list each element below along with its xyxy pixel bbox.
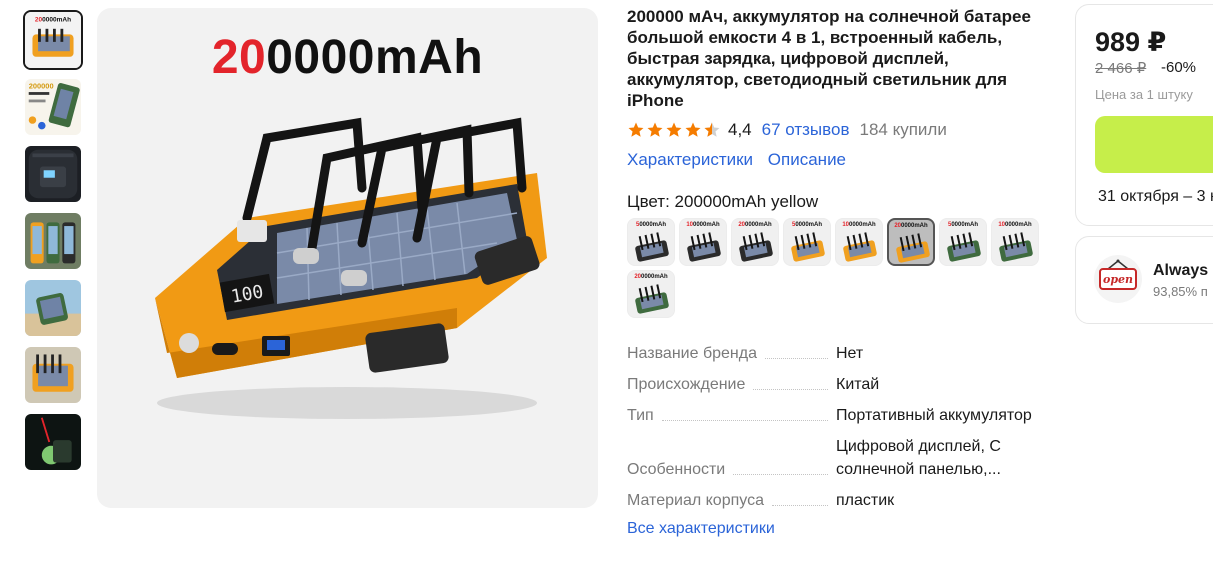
star-icon <box>666 122 682 137</box>
spec-row: Особенности Цифровой дисплей, С солнечной… <box>627 435 1037 481</box>
thumbnail-1[interactable]: 200000mAh <box>23 10 83 70</box>
star-icon <box>628 122 644 137</box>
spec-row: Название бренда Нет <box>627 342 1037 365</box>
reviews-link[interactable]: 67 отзывов <box>762 120 850 140</box>
swatch-label: 50000mAh <box>947 222 979 228</box>
spec-value: Портативный аккумулятор <box>836 407 1032 424</box>
color-swatch[interactable]: 200000mAh <box>627 270 675 318</box>
spec-row: Материал корпуса пластик <box>627 489 1037 512</box>
color-swatch[interactable]: 100000mAh <box>835 218 883 266</box>
color-swatch[interactable]: 50000mAh <box>627 218 675 266</box>
all-specs-link[interactable]: Все характеристики <box>627 520 1037 538</box>
thumbnail-gallery: 200000mAh 200000 <box>23 10 85 479</box>
color-swatch[interactable]: 200000mAh <box>887 218 935 266</box>
color-swatch[interactable]: 50000mAh <box>783 218 831 266</box>
spec-value: Китай <box>836 376 880 393</box>
swatch-label: 50000mAh <box>635 222 667 228</box>
swatch-powerbank-icon <box>687 232 721 262</box>
color-swatches: 50000mAh 100000mAh 200000mAh 50000mAh 100000… <box>627 218 1047 322</box>
spec-value: пластик <box>836 492 895 509</box>
specs-list: Название бренда Нет Происхождение Китай Тип П… <box>627 342 1037 512</box>
old-price: 2 466 ₽ <box>1095 60 1147 77</box>
buy-card: 989 ₽ 2 466 ₽ -60% Цена за 1 штуку 31 ок… <box>1075 4 1213 226</box>
open-sign-logo: open <box>1099 259 1137 290</box>
swatch-powerbank-icon <box>947 232 981 262</box>
color-label: Цвет: 200000mAh yellow <box>627 192 819 211</box>
spec-value: Цифровой дисплей, С солнечной панелью,..… <box>836 438 1001 478</box>
price: 989 ₽ <box>1095 27 1167 57</box>
rating-value: 4,4 <box>728 120 752 139</box>
seller-logo: open <box>1094 255 1142 303</box>
swatch-label: 100000mAh <box>842 222 876 228</box>
seller-rating: 93,85% п <box>1153 284 1208 299</box>
specs-link[interactable]: Характеристики <box>627 150 753 169</box>
swatch-powerbank-icon <box>896 233 930 263</box>
swatch-label: 200000mAh <box>634 274 668 280</box>
swatch-label: 50000mAh <box>791 222 823 228</box>
swatch-label: 200000mAh <box>894 223 928 229</box>
color-swatch[interactable]: 100000mAh <box>991 218 1039 266</box>
swatch-powerbank-icon <box>999 232 1033 262</box>
swatch-label: 100000mAh <box>998 222 1032 228</box>
product-title: 200000 мАч, аккумулятор на солнечной бат… <box>627 7 1031 110</box>
spec-key: Название бренда <box>627 342 836 365</box>
seller-name[interactable]: Always C <box>1153 262 1213 280</box>
spec-row: Тип Портативный аккумулятор <box>627 404 1037 427</box>
spec-key: Происхождение <box>627 373 836 396</box>
star-half-icon <box>704 122 720 137</box>
thumbnail-7[interactable] <box>23 412 83 472</box>
thumbnail-4[interactable] <box>23 211 83 271</box>
thumbnail-3[interactable] <box>23 144 83 204</box>
spec-key: Особенности <box>627 435 836 481</box>
spec-key: Материал корпуса <box>627 489 836 512</box>
rating-stars <box>627 121 722 139</box>
swatch-powerbank-icon <box>635 284 669 314</box>
color-swatch[interactable]: 100000mAh <box>679 218 727 266</box>
delivery-dates: 31 октября – 3 н <box>1098 188 1213 205</box>
svg-text:200000mAh: 200000mAh <box>35 16 71 23</box>
swatch-label: 200000mAh <box>738 222 772 228</box>
bought-count: 184 купили <box>859 120 947 139</box>
discount-badge: -60% <box>1161 59 1197 76</box>
spec-value: Нет <box>836 345 864 362</box>
spec-row: Происхождение Китай <box>627 373 1037 396</box>
product-info: 200000 мАч, аккумулятор на солнечной бат… <box>627 6 1039 538</box>
color-swatch[interactable]: 50000mAh <box>939 218 987 266</box>
swatch-powerbank-icon <box>739 232 773 262</box>
thumbnail-2[interactable]: 200000 <box>23 77 83 137</box>
svg-text:open: open <box>1103 273 1133 286</box>
star-icon <box>647 122 663 137</box>
swatch-label: 100000mAh <box>686 222 720 228</box>
rating-row: 4,4 67 отзывов 184 купили <box>627 120 1037 140</box>
svg-text:200000: 200000 <box>29 81 54 90</box>
description-link[interactable]: Описание <box>768 150 846 169</box>
swatch-powerbank-icon <box>791 232 825 262</box>
spec-key: Тип <box>627 404 836 427</box>
thumbnail-5[interactable] <box>23 278 83 338</box>
price-per-unit: Цена за 1 штуку <box>1095 87 1193 102</box>
seller-card[interactable]: open Always C 93,85% п <box>1075 236 1213 324</box>
swatch-powerbank-icon <box>843 232 877 262</box>
swatch-powerbank-icon <box>635 232 669 262</box>
thumbnail-6[interactable] <box>23 345 83 405</box>
buy-button[interactable] <box>1095 116 1213 173</box>
hero-capacity-text: 200000mAh <box>211 31 484 84</box>
main-product-image[interactable]: 200000mAh 100 <box>97 8 598 508</box>
star-icon <box>685 122 701 137</box>
color-swatch[interactable]: 200000mAh <box>731 218 779 266</box>
section-links: Характеристики Описание <box>627 150 1037 170</box>
